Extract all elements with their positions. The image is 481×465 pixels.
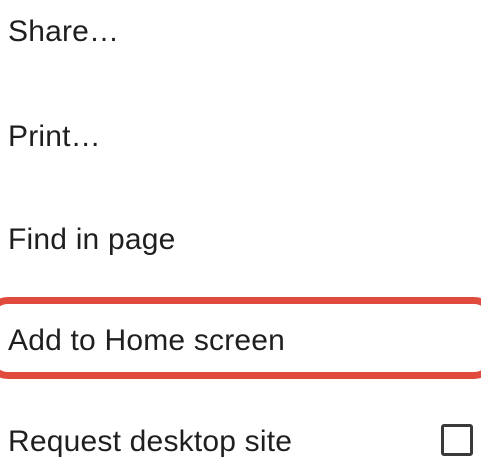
request-desktop-checkbox[interactable] <box>441 424 473 456</box>
menu-item-label: Find in page <box>8 223 176 256</box>
menu-item-label: Print… <box>8 120 101 153</box>
menu-item-print[interactable]: Print… <box>0 107 481 167</box>
menu-item-add-to-home-screen[interactable]: Add to Home screen <box>0 311 481 371</box>
menu-item-find-in-page[interactable]: Find in page <box>0 210 481 270</box>
menu-item-share[interactable]: Share… <box>0 2 481 62</box>
menu-item-label: Request desktop site <box>8 425 293 458</box>
menu-item-request-desktop-site[interactable]: Request desktop site <box>0 412 481 465</box>
menu-item-label: Share… <box>8 15 120 48</box>
overflow-menu: Share… Print… Find in page Add to Home s… <box>0 0 481 465</box>
menu-item-label: Add to Home screen <box>8 324 286 357</box>
